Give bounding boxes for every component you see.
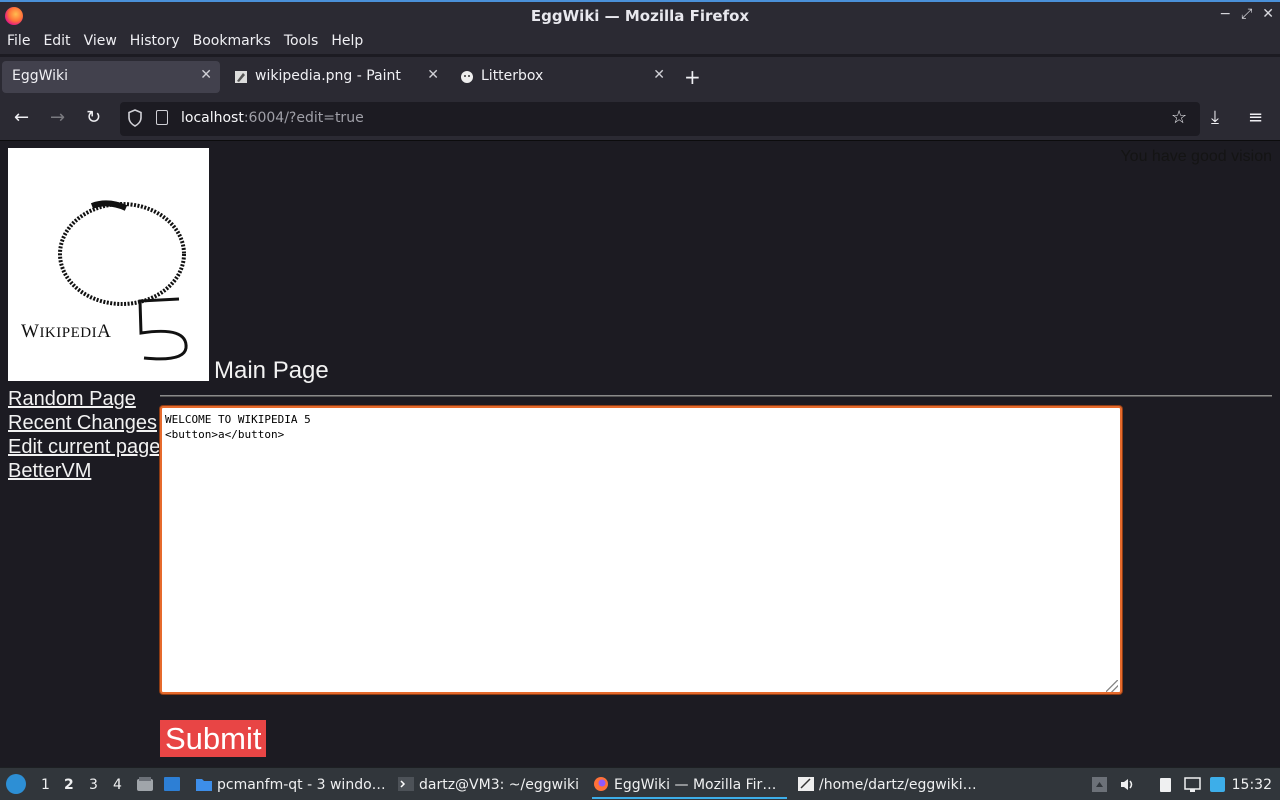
task-text-editor[interactable]: /home/dartz/eggwiki…: [797, 771, 987, 799]
url-host: localhost: [181, 110, 244, 126]
minimize-button[interactable]: −: [1219, 6, 1231, 22]
show-desktop-icon[interactable]: [163, 776, 181, 792]
tab-strip: EggWiki ✕ wikipedia.png - Paint ✕ Litter…: [0, 57, 1280, 97]
tab-litterbox[interactable]: Litterbox ✕: [455, 61, 673, 93]
close-tab-icon[interactable]: ✕: [427, 67, 439, 83]
tab-label: EggWiki: [12, 68, 69, 84]
window-title: EggWiki — Mozilla Firefox: [530, 7, 750, 25]
firefox-icon: [594, 776, 608, 791]
wiki-logo[interactable]: WIKIPEDIA: [8, 148, 209, 381]
tab-label: Litterbox: [481, 68, 544, 84]
url-text[interactable]: localhost:6004/?edit=true: [181, 110, 364, 126]
close-tab-icon[interactable]: ✕: [653, 67, 665, 83]
folder-icon: [196, 778, 212, 791]
menu-help[interactable]: Help: [331, 30, 363, 54]
url-path: :6004/?edit=true: [243, 110, 364, 126]
bookmark-star-icon[interactable]: ☆: [1171, 107, 1187, 128]
url-bar[interactable]: localhost:6004/?edit=true: [120, 102, 1200, 136]
task-firefox[interactable]: EggWiki — Mozilla Fir…: [592, 771, 787, 799]
terminal-icon: [398, 776, 414, 791]
hamburger-menu-icon[interactable]: ≡: [1248, 107, 1263, 128]
downloads-icon[interactable]: ⤓: [1211, 107, 1219, 128]
system-taskbar: 1 2 3 4 pcmanfm-qt - 3 windo… dartz@VM3:…: [0, 767, 1280, 800]
desktop-2[interactable]: 2: [64, 777, 74, 793]
navigation-toolbar: ← → ↻ localhost:6004/?edit=true ☆ ⤓ ≡: [0, 97, 1280, 141]
tab-label: wikipedia.png - Paint: [255, 68, 401, 84]
forward-button[interactable]: →: [50, 107, 65, 128]
network-icon[interactable]: [1184, 776, 1201, 793]
menu-bar: File Edit View History Bookmarks Tools H…: [0, 30, 1280, 54]
volume-icon[interactable]: [1119, 776, 1136, 793]
menu-tools[interactable]: Tools: [284, 30, 319, 54]
tray-notification-icon[interactable]: [1091, 776, 1108, 793]
window-titlebar: EggWiki — Mozilla Firefox − ⤢ ✕: [0, 0, 1280, 30]
new-tab-button[interactable]: +: [684, 65, 701, 89]
logo-text: WIKIPEDIA: [21, 321, 112, 342]
start-menu-icon[interactable]: [6, 774, 26, 794]
task-terminal[interactable]: dartz@VM3: ~/eggwiki: [397, 771, 581, 799]
maximize-button[interactable]: ⤢: [1241, 6, 1252, 22]
close-window-button[interactable]: ✕: [1262, 6, 1274, 22]
back-button[interactable]: ←: [14, 107, 29, 128]
update-notifier-icon[interactable]: [1209, 776, 1226, 793]
tab-paint[interactable]: wikipedia.png - Paint ✕: [229, 61, 447, 93]
page-source-editor[interactable]: WELCOME TO WIKIPEDIA 5 <button>a</button…: [160, 406, 1122, 694]
heading-divider: [160, 395, 1272, 397]
shield-icon[interactable]: [127, 109, 143, 127]
clipboard-icon[interactable]: [1157, 776, 1174, 793]
task-file-manager[interactable]: pcmanfm-qt - 3 windo…: [195, 771, 387, 799]
reload-button[interactable]: ↻: [86, 107, 101, 128]
menu-view[interactable]: View: [84, 30, 117, 54]
close-tab-icon[interactable]: ✕: [200, 67, 212, 83]
sidebar-link-edit-current-page[interactable]: Edit current page: [8, 435, 160, 459]
textarea-resize-handle[interactable]: [1106, 680, 1118, 692]
sidebar-link-random-page[interactable]: Random Page: [8, 387, 160, 411]
logo-drawing: [58, 200, 188, 361]
desktop-1[interactable]: 1: [41, 777, 50, 793]
sidebar-nav: Random Page Recent Changes Edit current …: [8, 387, 160, 483]
taskbar-clock[interactable]: 15:32: [1232, 777, 1272, 793]
desktop-3[interactable]: 3: [89, 777, 98, 793]
menu-bookmarks[interactable]: Bookmarks: [193, 30, 271, 54]
menu-history[interactable]: History: [130, 30, 180, 54]
hidden-vision-text: You have good vision: [1120, 148, 1272, 165]
paint-favicon-icon: [235, 71, 247, 83]
tab-eggwiki[interactable]: EggWiki ✕: [2, 61, 220, 93]
submit-button[interactable]: Submit: [160, 720, 267, 757]
sidebar-link-bettervm[interactable]: BetterVM: [8, 459, 160, 483]
menu-file[interactable]: File: [7, 30, 30, 54]
window-controls: − ⤢ ✕: [1219, 6, 1274, 22]
text-editor-icon: [798, 776, 814, 791]
page-content: WIKIPEDIA Main Page You have good vision…: [0, 141, 1280, 767]
file-manager-quicklaunch-icon[interactable]: [136, 776, 154, 792]
menu-edit[interactable]: Edit: [43, 30, 70, 54]
page-title: Main Page: [214, 357, 329, 384]
desktop-4[interactable]: 4: [113, 777, 122, 793]
litterbox-favicon-icon: [461, 71, 473, 83]
page-info-icon[interactable]: [156, 110, 168, 125]
sidebar-link-recent-changes[interactable]: Recent Changes: [8, 411, 160, 435]
